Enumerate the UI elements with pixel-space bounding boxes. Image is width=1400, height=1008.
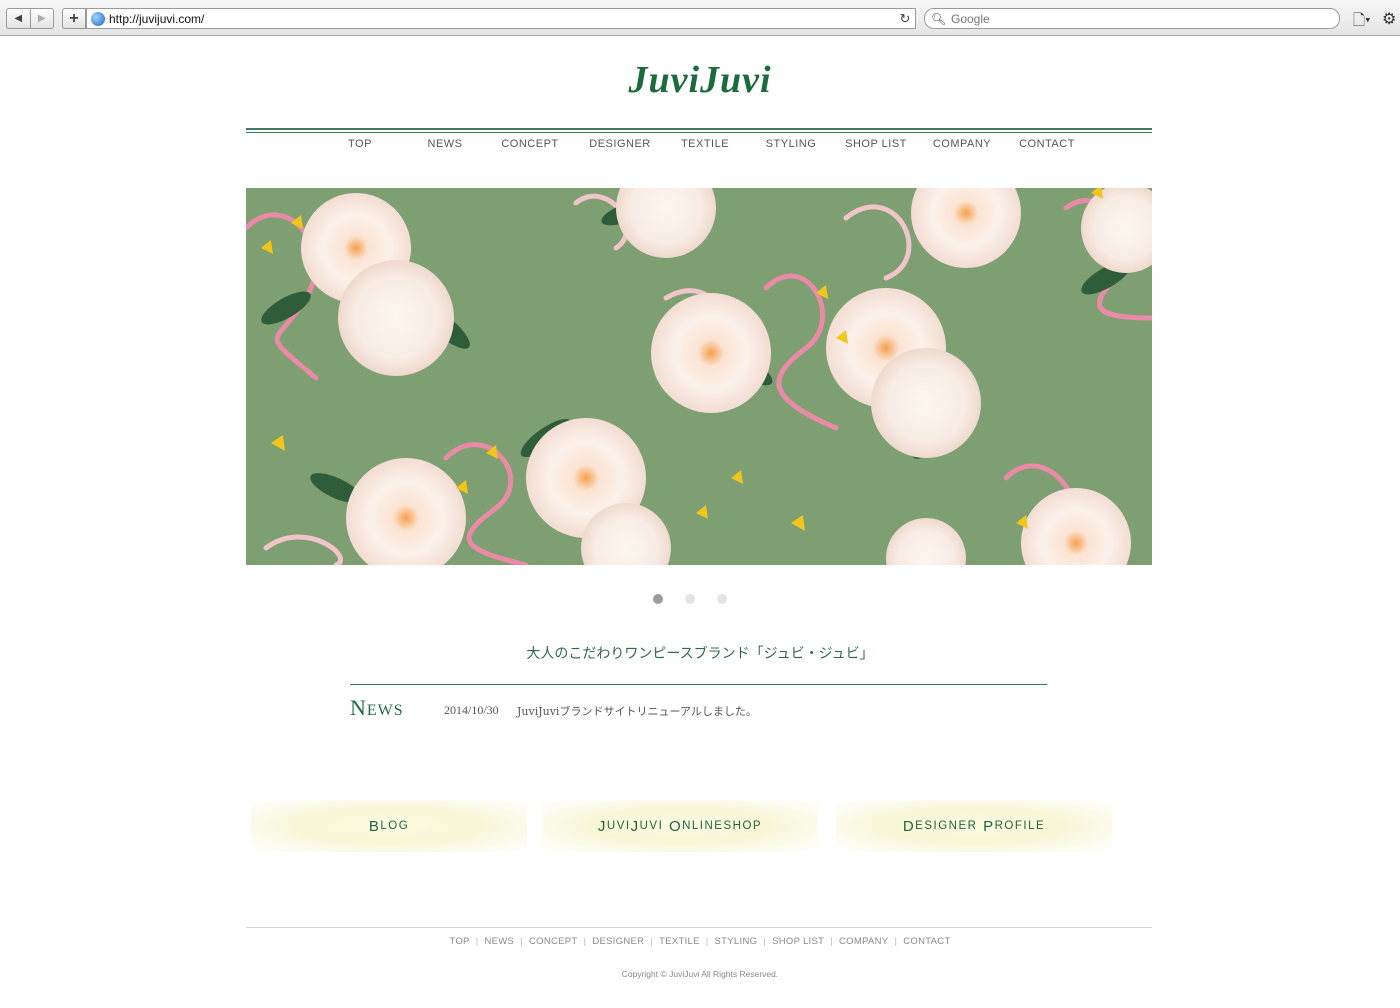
news-heading-initial: N (350, 695, 367, 720)
onlineshop-banner-initial-2: J (630, 817, 640, 835)
history-buttons: ◀ ▶ (6, 8, 54, 29)
footer-link-top[interactable]: TOP (449, 936, 469, 947)
footer-divider (246, 927, 1152, 928)
footer-separator: | (894, 936, 898, 947)
footer-link-concept[interactable]: CONCEPT (529, 936, 578, 947)
designer-banner-rest-2: ROFILE (994, 820, 1046, 832)
onlineshop-banner-initial-1: J (597, 817, 607, 835)
footer-link-news[interactable]: NEWS (484, 936, 514, 947)
browser-toolbar: ◀ ▶ + http://juvijuvi.com/ ↻ 🔍︎ 🗋▾ ⚙ (0, 0, 1400, 36)
onlineshop-banner-rest-2: UVI (639, 820, 664, 832)
nav-item-company[interactable]: COMPANY (933, 138, 991, 150)
site-logo[interactable]: JuviJuvi (0, 58, 1400, 102)
news-heading-rest: EWS (366, 702, 404, 719)
forward-arrow-icon[interactable]: ▶ (31, 9, 54, 28)
footer-separator: | (475, 936, 479, 947)
blog-banner-rest: LOG (380, 820, 410, 832)
slider-dot-2[interactable] (685, 594, 695, 604)
designer-banner-rest-1: ESIGNER (915, 820, 978, 832)
address-bar[interactable]: http://juvijuvi.com/ ↻ (86, 8, 916, 29)
search-bar[interactable]: 🔍︎ (924, 8, 1340, 29)
onlineshop-banner-rest-3: NLINESHOP (682, 820, 763, 832)
onlineshop-banner[interactable]: J UVI J UVI O NLINESHOP (542, 800, 818, 852)
footer-separator: | (830, 936, 834, 947)
footer-nav: TOP | NEWS | CONCEPT | DESIGNER | TEXTILE | STYLIN… (0, 936, 1400, 947)
footer-link-designer[interactable]: DESIGNER (592, 936, 644, 947)
footer-link-styling[interactable]: STYLING (715, 936, 758, 947)
hero-slide-image[interactable] (246, 188, 1152, 565)
nav-divider-top (246, 128, 1152, 130)
main-nav: TOP NEWS CONCEPT DESIGNER TEXTILE STYLIN… (0, 138, 1400, 152)
nav-item-top[interactable]: TOP (348, 138, 372, 150)
brand-tagline: 大人のこだわりワンピースブランド「ジュビ・ジュビ」 (526, 646, 874, 662)
nav-item-styling[interactable]: STYLING (766, 138, 817, 150)
footer-separator: | (583, 936, 587, 947)
footer-link-shop-list[interactable]: SHOP LIST (772, 936, 824, 947)
news-item-link[interactable]: JuviJuviブランドサイトリニューアルしました。 (517, 703, 757, 719)
nav-divider-bottom (246, 132, 1152, 133)
slider-pagination (0, 594, 1400, 606)
nav-item-shop-list[interactable]: SHOP LIST (845, 138, 907, 150)
search-input[interactable] (949, 10, 1339, 27)
footer-link-contact[interactable]: CONTACT (903, 936, 950, 947)
copyright-text: Copyright © JuviJuvi All Rights Reserved… (621, 969, 779, 979)
reload-icon[interactable]: ↻ (895, 11, 915, 27)
back-arrow-icon[interactable]: ◀ (7, 9, 31, 28)
nav-item-contact[interactable]: CONTACT (1019, 138, 1075, 150)
add-bookmark-button[interactable]: + (62, 8, 86, 29)
designer-banner-initial-1: D (902, 817, 916, 835)
footer-separator: | (650, 936, 654, 947)
news-heading: NEWS (350, 695, 404, 721)
search-icon[interactable]: 🔍︎ (931, 12, 949, 26)
nav-item-designer[interactable]: DESIGNER (589, 138, 650, 150)
blog-banner-initial: B (368, 817, 381, 835)
news-divider (350, 684, 1047, 685)
footer-separator: | (520, 936, 523, 947)
blog-banner[interactable]: B LOG (251, 800, 527, 852)
news-date: 2014/10/30 (444, 703, 499, 717)
gear-icon[interactable]: ⚙ (1382, 9, 1396, 29)
footer-separator: | (763, 936, 767, 947)
slider-dot-1[interactable] (653, 594, 663, 604)
designer-banner-initial-2: P (983, 817, 995, 835)
onlineshop-banner-rest-1: UVI (606, 820, 631, 832)
url-text[interactable]: http://juvijuvi.com/ (109, 12, 895, 26)
page-menu-icon[interactable]: 🗋▾ (1353, 10, 1371, 35)
footer-separator: | (705, 936, 709, 947)
slider-dot-3[interactable] (717, 594, 727, 604)
footer-link-company[interactable]: COMPANY (839, 936, 888, 947)
footer-link-textile[interactable]: TEXTILE (659, 936, 700, 947)
onlineshop-banner-initial-3: O (668, 817, 683, 835)
globe-icon (91, 11, 105, 26)
nav-item-textile[interactable]: TEXTILE (681, 138, 729, 150)
nav-item-news[interactable]: NEWS (428, 138, 463, 150)
floral-pattern-illustration (246, 188, 1152, 565)
designer-profile-banner[interactable]: D ESIGNER P ROFILE (836, 800, 1112, 852)
nav-item-concept[interactable]: CONCEPT (501, 138, 558, 150)
